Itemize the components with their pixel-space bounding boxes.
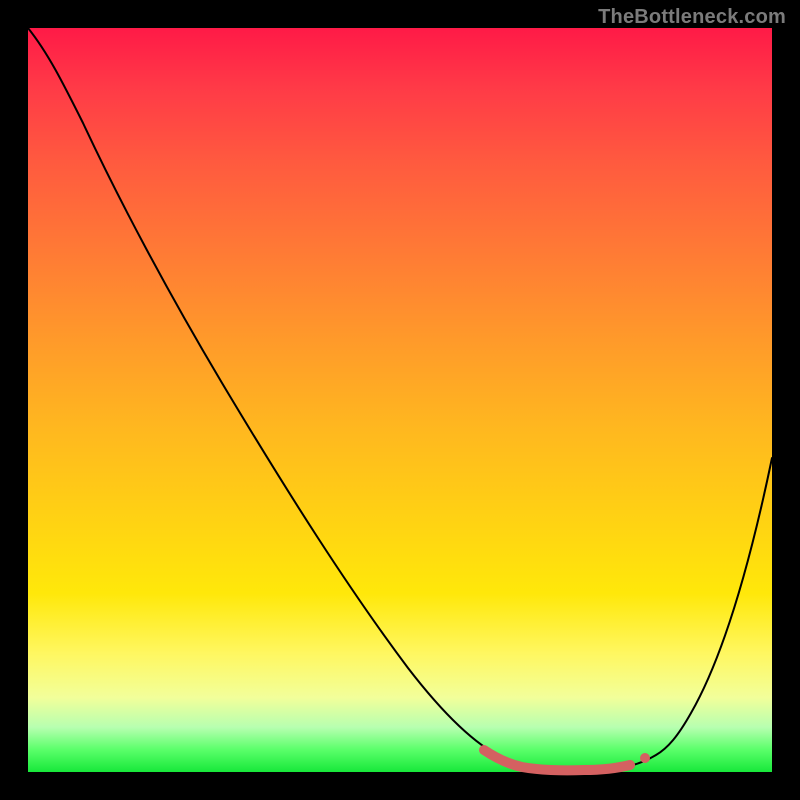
plot-area xyxy=(28,28,772,772)
bottleneck-curve xyxy=(28,28,772,770)
watermark-text: TheBottleneck.com xyxy=(598,6,786,29)
stage: TheBottleneck.com xyxy=(0,0,800,800)
optimal-range-dot xyxy=(640,753,650,763)
optimal-range-mark xyxy=(484,750,630,770)
chart-svg xyxy=(28,28,772,772)
